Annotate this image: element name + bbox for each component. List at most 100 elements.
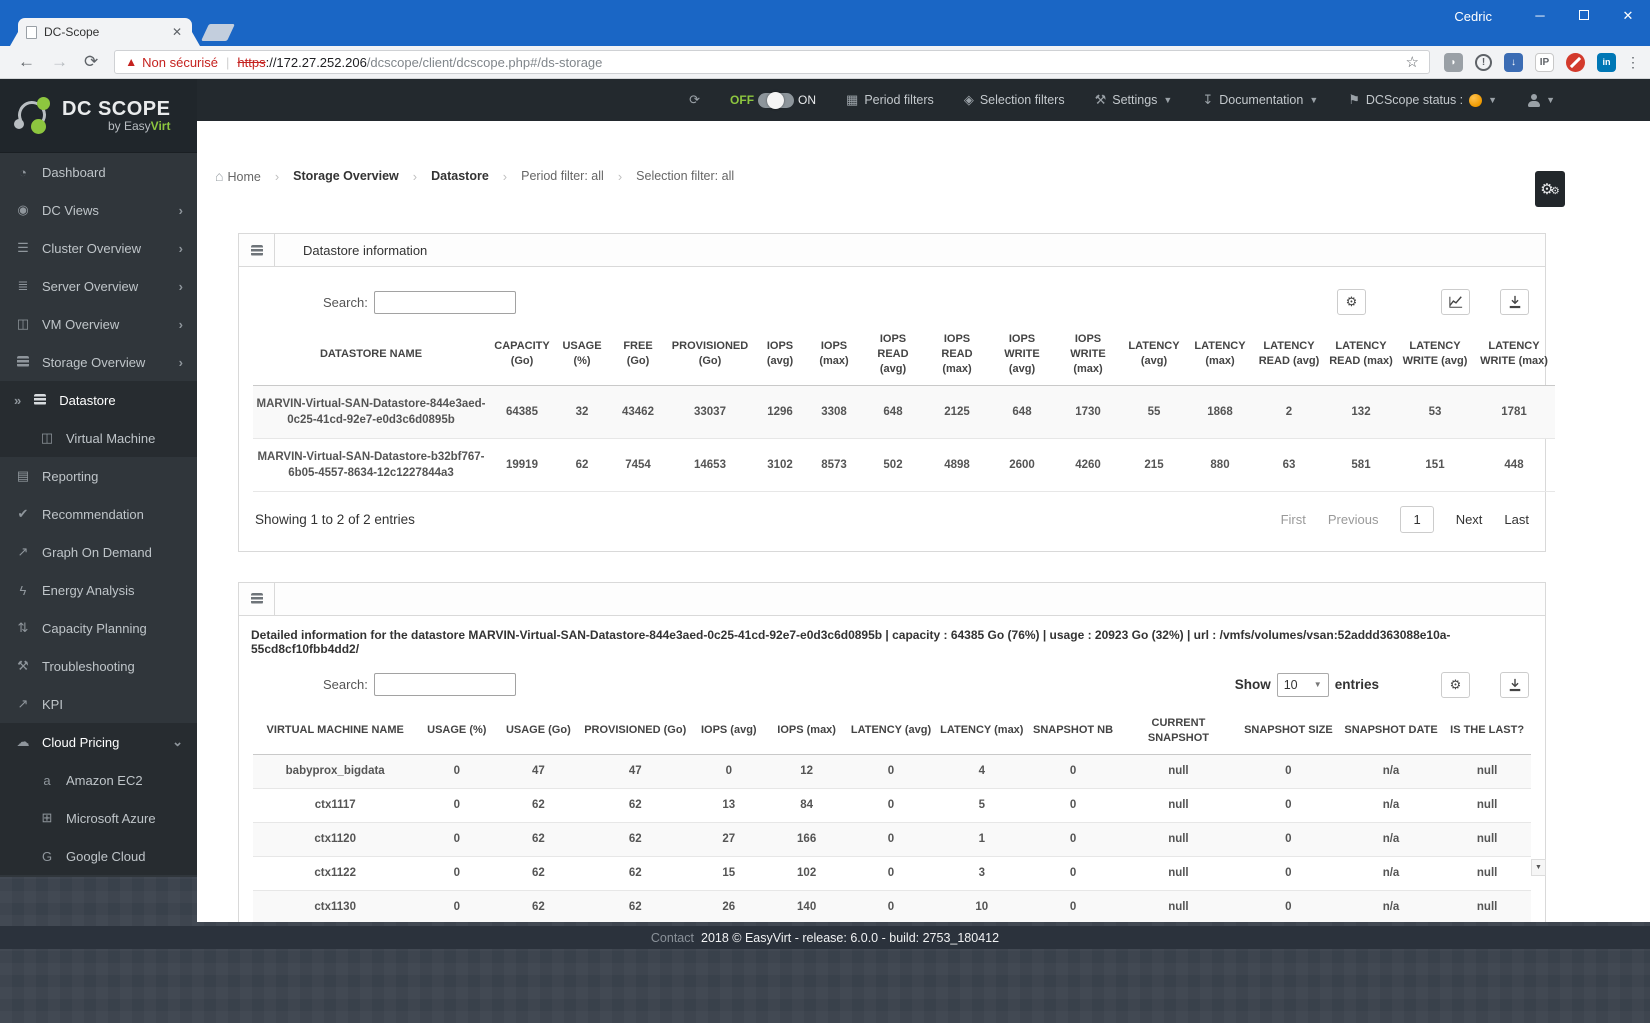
app-logo[interactable]: DC SCOPE by EasyVirt [0, 79, 197, 153]
column-header[interactable]: LATENCY (avg) [1121, 325, 1187, 386]
column-header[interactable]: LATENCY (avg) [845, 707, 937, 755]
breadcrumb-period-filter[interactable]: Period filter: all [521, 169, 604, 183]
sidebar-item-dc-views[interactable]: ◉ DC Views › [0, 191, 197, 229]
table-row[interactable]: MARVIN-Virtual-SAN-Datastore-844e3aed-0c… [253, 385, 1555, 439]
column-header[interactable]: VIRTUAL MACHINE NAME [253, 707, 418, 755]
sidebar-item-virtual-machine[interactable]: ◫ Virtual Machine [0, 419, 197, 457]
new-tab-button[interactable] [201, 24, 235, 41]
column-header[interactable]: IOPS (avg) [753, 325, 807, 386]
column-settings-button[interactable]: ⚙ [1441, 671, 1470, 698]
column-header[interactable]: SNAPSHOT DATE [1338, 707, 1444, 755]
documentation-menu[interactable]: ↧ Documentation ▼ [1202, 92, 1318, 108]
column-header[interactable]: USAGE (%) [417, 707, 497, 755]
column-header[interactable]: USAGE (Go) [496, 707, 581, 755]
column-header[interactable]: IOPS (max) [767, 707, 846, 755]
security-warning-label[interactable]: Non sécurisé [142, 55, 218, 70]
column-header[interactable]: DATASTORE NAME [253, 325, 489, 386]
table-row[interactable]: ctx1122 0 62 62 15 102 0 3 0 null 0 n/a null [253, 856, 1531, 891]
sidebar-item-server-overview[interactable]: ≣ Server Overview › [0, 267, 197, 305]
table-row[interactable]: ctx1130 0 62 62 26 140 0 10 0 null 0 n/a null [253, 890, 1531, 922]
column-header[interactable]: SNAPSHOT SIZE [1237, 707, 1339, 755]
window-minimize-button[interactable]: ─ [1518, 1, 1562, 31]
footer-contact-link[interactable]: Contact [651, 931, 694, 945]
selection-filters-button[interactable]: ◈ Selection filters [964, 92, 1065, 108]
table-row[interactable]: ctx1117 0 62 62 13 84 0 5 0 null 0 n/a null [253, 788, 1531, 823]
browser-tab[interactable]: DC-Scope ✕ [10, 18, 200, 46]
column-header[interactable]: LATENCY READ (avg) [1253, 325, 1325, 386]
column-header[interactable]: LATENCY WRITE (max) [1473, 325, 1555, 386]
search-input[interactable] [373, 290, 516, 314]
column-header[interactable]: PROVISIONED (Go) [580, 707, 690, 755]
column-header[interactable]: LATENCY (max) [936, 707, 1028, 755]
pagination-last[interactable]: Last [1504, 512, 1529, 527]
column-header[interactable]: IOPS READ (avg) [861, 325, 925, 386]
window-maximize-button[interactable] [1562, 1, 1606, 31]
column-header[interactable]: IOPS READ (max) [925, 325, 989, 386]
column-header[interactable]: PROVISIONED (Go) [667, 325, 753, 386]
sidebar-item-troubleshooting[interactable]: ⚒ Troubleshooting [0, 647, 197, 685]
sidebar-item-reporting[interactable]: ▤ Reporting [0, 457, 197, 495]
export-button[interactable] [1500, 289, 1529, 315]
breadcrumb-datastore[interactable]: Datastore [431, 169, 489, 183]
window-close-button[interactable]: ✕ [1606, 1, 1650, 31]
browser-profile-name[interactable]: Cedric [1454, 9, 1492, 24]
sidebar-item-dashboard[interactable]: ◔ Dashboard [0, 153, 197, 191]
sidebar-item-microsoft-azure[interactable]: ⊞ Microsoft Azure [0, 799, 197, 837]
dcscope-status-menu[interactable]: ⚑ DCScope status : ▼ [1348, 92, 1497, 108]
auto-refresh-toggle[interactable]: OFF ON [730, 91, 816, 109]
sidebar-item-cloud-pricing[interactable]: ☁ Cloud Pricing ⌄ [0, 723, 197, 761]
column-header[interactable]: IOPS WRITE (avg) [989, 325, 1055, 386]
column-header[interactable]: LATENCY READ (max) [1325, 325, 1397, 386]
column-header[interactable]: SNAPSHOT NB [1027, 707, 1119, 755]
column-header[interactable]: LATENCY (max) [1187, 325, 1253, 386]
reload-icon[interactable]: ⟳ [84, 52, 98, 72]
browser-menu-icon[interactable]: ⋮ [1626, 54, 1640, 71]
sidebar-item-cluster-overview[interactable]: ☰ Cluster Overview › [0, 229, 197, 267]
pagination-page-1[interactable]: 1 [1400, 505, 1434, 533]
user-menu[interactable]: ▼ [1527, 93, 1555, 107]
period-filters-button[interactable]: ▦ Period filters [846, 92, 934, 108]
breadcrumb-selection-filter[interactable]: Selection filter: all [636, 169, 734, 183]
table-row[interactable]: babyprox_bigdata 0 47 47 0 12 0 4 0 null 0 n/a null [253, 754, 1531, 789]
column-settings-button[interactable]: ⚙ [1337, 289, 1366, 315]
pagination-next[interactable]: Next [1456, 512, 1483, 527]
column-header[interactable]: USAGE (%) [555, 325, 609, 386]
refresh-button[interactable]: ⟳ [689, 92, 700, 108]
column-header[interactable]: IOPS (avg) [689, 707, 768, 755]
export-button[interactable] [1500, 671, 1529, 698]
column-header[interactable]: IS THE LAST? [1443, 707, 1531, 755]
bookmark-star-icon[interactable]: ☆ [1406, 53, 1419, 71]
scroll-down-button[interactable]: ▼ [1531, 859, 1546, 876]
table-row[interactable]: ctx1120 0 62 62 27 166 0 1 0 null 0 n/a null [253, 822, 1531, 857]
column-header[interactable]: IOPS WRITE (max) [1055, 325, 1121, 386]
column-header[interactable]: CAPACITY (Go) [489, 325, 555, 386]
sidebar-item-capacity-planning[interactable]: ⇅ Capacity Planning [0, 609, 197, 647]
back-icon[interactable]: ← [18, 52, 35, 72]
extension-ip-icon[interactable]: IP [1535, 52, 1554, 72]
sidebar-item-energy-analysis[interactable]: ϟ Energy Analysis [0, 571, 197, 609]
security-warning-icon[interactable]: ▲ [125, 55, 137, 69]
tab-close-icon[interactable]: ✕ [170, 25, 184, 39]
sidebar-item-amazon-ec2[interactable]: a Amazon EC2 [0, 761, 197, 799]
toggle-switch[interactable] [758, 91, 795, 109]
extension-download-icon[interactable]: ↓ [1504, 52, 1523, 72]
extension-icon-1[interactable]: ◗ [1444, 52, 1463, 72]
url-bar[interactable]: ▲ Non sécurisé | https ://172.27.252.206… [114, 50, 1430, 74]
forward-icon[interactable]: → [51, 52, 68, 72]
page-length-select[interactable]: 10 ▼ [1276, 672, 1329, 697]
sidebar-item-vm-overview[interactable]: ◫ VM Overview › [0, 305, 197, 343]
settings-menu[interactable]: ⚒ Settings ▼ [1095, 92, 1173, 108]
column-header[interactable]: FREE (Go) [609, 325, 667, 386]
sidebar-item-recommendation[interactable]: ✔ Recommendation [0, 495, 197, 533]
sidebar-item-datastore[interactable]: » Datastore [0, 381, 197, 419]
sidebar-item-kpi[interactable]: ↗ KPI [0, 685, 197, 723]
extension-blocker-icon[interactable] [1566, 52, 1585, 72]
sidebar-item-graph-on-demand[interactable]: ↗ Graph On Demand [0, 533, 197, 571]
extension-linkedin-icon[interactable]: in [1597, 52, 1616, 72]
column-header[interactable]: LATENCY WRITE (avg) [1397, 325, 1473, 386]
breadcrumb-home[interactable]: ⌂ Home [215, 168, 261, 184]
table-row[interactable]: MARVIN-Virtual-SAN-Datastore-b32bf767-6b… [253, 438, 1555, 492]
sidebar-item-storage-overview[interactable]: Storage Overview › [0, 343, 197, 381]
column-header[interactable]: CURRENT SNAPSHOT [1118, 707, 1238, 755]
chart-view-button[interactable] [1441, 289, 1470, 315]
